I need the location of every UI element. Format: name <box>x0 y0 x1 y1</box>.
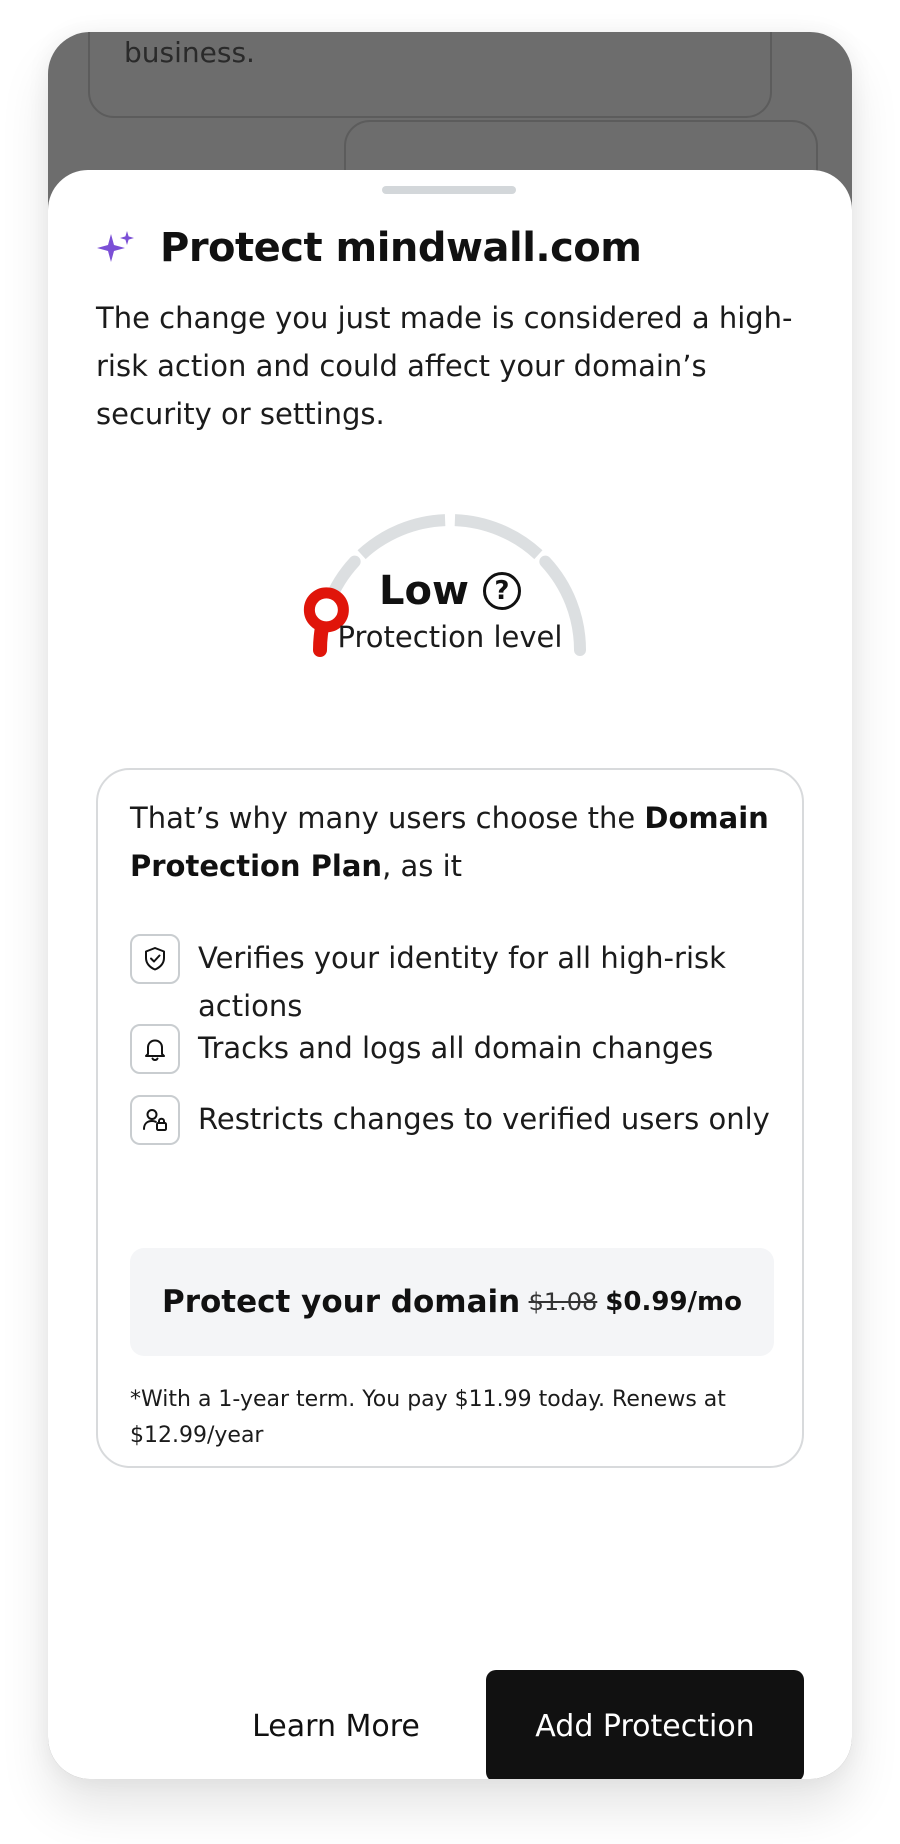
gauge-label: Low ? Protection level <box>48 568 852 654</box>
plan-intro-suffix: , as it <box>382 849 463 883</box>
protect-domain-price-option[interactable]: Protect your domain $1.08 $0.99/mo <box>130 1248 774 1356</box>
price-label: Protect your domain <box>162 1284 521 1320</box>
bell-icon <box>130 1024 180 1074</box>
help-icon[interactable]: ? <box>482 572 521 610</box>
price-group: $1.08 $0.99/mo <box>529 1287 742 1317</box>
gauge-segment <box>454 514 543 560</box>
plan-intro: That’s why many users choose the Domain … <box>130 794 780 890</box>
sheet-title: Protect mindwall.com <box>160 225 642 271</box>
sheet-description: The change you just made is considered a… <box>96 301 793 431</box>
level-row: Low ? <box>48 568 852 614</box>
feature-item-restrict: Restricts changes to verified users only <box>130 1095 780 1145</box>
protection-level-value: Low <box>379 568 469 614</box>
feature-text: Restricts changes to verified users only <box>198 1102 770 1136</box>
add-protection-button[interactable]: Add Protection <box>486 1670 804 1779</box>
sheet-header: Protect mindwall.com <box>96 218 642 278</box>
background-card: business. <box>88 32 772 118</box>
plan-card: That’s why many users choose the Domain … <box>96 768 804 1468</box>
sparkle-icon <box>97 231 134 262</box>
protection-level-caption: Protection level <box>337 620 563 654</box>
feature-item-tracking: Tracks and logs all domain changes <box>130 1024 780 1074</box>
phone-frame: business. Protect mindwall.com The chang… <box>48 32 852 1779</box>
discounted-price: $0.99/mo <box>605 1287 742 1317</box>
feature-text: Tracks and logs all domain changes <box>198 1031 714 1065</box>
shield-check-icon <box>130 934 180 984</box>
background-card-text: business. <box>124 36 255 69</box>
sheet-grabber[interactable] <box>382 186 516 194</box>
feature-item-identity: Verifies your identity for all high-risk… <box>130 934 780 1030</box>
bottom-sheet: Protect mindwall.com The change you just… <box>48 170 852 1779</box>
original-price: $1.08 <box>528 1288 598 1316</box>
learn-more-button[interactable]: Learn More <box>216 1670 456 1779</box>
user-lock-icon <box>130 1095 180 1145</box>
pricing-footnote: *With a 1-year term. You pay $11.99 toda… <box>130 1387 726 1448</box>
feature-text: Verifies your identity for all high-risk… <box>198 941 726 1023</box>
plan-intro-prefix: That’s why many users choose the <box>130 801 645 835</box>
gauge-segment <box>357 514 446 560</box>
